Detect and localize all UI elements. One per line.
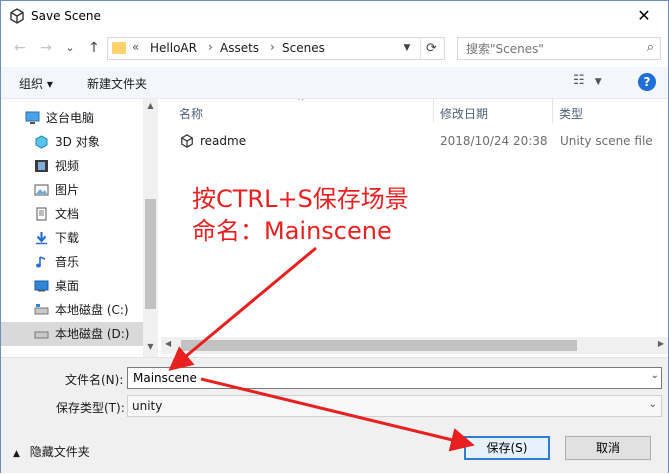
search-box[interactable]: ⌕ (457, 37, 661, 60)
sidebar-item-label: 这台电脑 (46, 111, 95, 125)
hide-folders-label: 隐藏文件夹 (29, 445, 90, 459)
column-header-modified[interactable]: 修改日期 (440, 105, 488, 122)
chevron-up-icon: ▲ (13, 449, 20, 459)
navigation-pane: 这台电脑 3D 对象 视频 图片 文档 下载 音乐 桌面 本地磁盘 (C:) 本… (1, 99, 158, 357)
back-button[interactable]: ← (9, 38, 31, 58)
breadcrumb-helloar[interactable]: HelloAR (150, 41, 197, 55)
refresh-icon[interactable]: ⟳ (420, 38, 442, 59)
sidebar-item-this-pc[interactable]: 这台电脑 (1, 106, 143, 130)
filename-input[interactable] (131, 368, 611, 388)
sidebar-item-label: 音乐 (55, 255, 80, 269)
organize-button[interactable]: 组织 ▾ (19, 75, 53, 92)
file-name: readme (200, 134, 247, 148)
downloads-icon (36, 232, 47, 245)
scroll-right-icon[interactable]: ▶ (658, 339, 664, 348)
3d-objects-icon (35, 135, 48, 149)
search-icon[interactable]: ⌕ (647, 40, 654, 55)
instruction-annotation: 按CTRL+S保存场景 命名：Mainscene (192, 183, 409, 247)
sidebar-scrollbar[interactable]: ▲ ▼ (143, 99, 158, 357)
desktop-icon (34, 280, 49, 292)
sidebar-item-label: 文档 (55, 207, 80, 221)
filename-label: 文件名(N): (65, 373, 124, 387)
music-icon (36, 256, 46, 268)
sidebar-item-drive-d[interactable]: 本地磁盘 (D:) (1, 322, 143, 346)
scroll-down-icon[interactable]: ▼ (143, 342, 158, 351)
sidebar-item-drive-c[interactable]: 本地磁盘 (C:) (1, 298, 143, 322)
column-header-name[interactable]: 名称 (179, 105, 203, 122)
breadcrumb-separator: › (270, 40, 275, 54)
sidebar-item-label: 本地磁盘 (C:) (55, 303, 129, 317)
folder-icon (112, 42, 126, 54)
breadcrumb-scenes[interactable]: Scenes (282, 41, 325, 55)
scroll-up-icon[interactable]: ▲ (143, 101, 158, 110)
sidebar-item-label: 视频 (55, 159, 80, 173)
chevron-down-icon[interactable]: ⌄ (651, 370, 659, 381)
command-toolbar: 组织 ▾ 新建文件夹 ☷ ▼ ? (1, 67, 668, 99)
documents-icon (36, 207, 47, 221)
unity-file-icon (181, 134, 193, 148)
sort-ascending-icon: ^ (297, 99, 305, 107)
navigation-bar: ← → ⌄ ↑ « HelloAR › Assets › Scenes ▼ ⟳ … (1, 32, 668, 64)
save-scene-dialog: Save Scene ✕ ← → ⌄ ↑ « HelloAR › Assets … (0, 0, 669, 473)
address-bar[interactable]: « HelloAR › Assets › Scenes ▼ ⟳ (107, 37, 445, 60)
unity-logo-icon (10, 8, 24, 24)
up-folder-button[interactable]: ↑ (83, 38, 105, 58)
sidebar-item-desktop[interactable]: 桌面 (1, 274, 143, 298)
sidebar-item-label: 桌面 (55, 279, 80, 293)
hide-folders-toggle[interactable]: ▲ 隐藏文件夹 (13, 443, 90, 460)
pc-icon (25, 111, 40, 124)
filename-field[interactable]: ⌄ (127, 367, 662, 389)
view-details-icon: ☷ (573, 73, 585, 88)
pictures-icon (34, 184, 49, 196)
column-header-type[interactable]: 类型 (559, 105, 583, 122)
breadcrumb-assets[interactable]: Assets (220, 41, 259, 55)
filetype-value: unity (132, 399, 163, 413)
drive-c-icon (34, 304, 49, 315)
annotation-line-1: 按CTRL+S保存场景 (192, 185, 409, 213)
column-divider[interactable] (552, 99, 553, 123)
breadcrumb-separator: › (208, 40, 213, 54)
sidebar-item-label: 下载 (55, 231, 80, 245)
recent-locations-button[interactable]: ⌄ (59, 38, 81, 58)
title-bar: Save Scene ✕ (1, 1, 668, 32)
sidebar-item-label: 3D 对象 (55, 135, 100, 149)
sidebar-item-documents[interactable]: 文档 (1, 202, 143, 226)
sidebar-item-downloads[interactable]: 下载 (1, 226, 143, 250)
search-input[interactable] (464, 39, 634, 59)
sidebar-item-3d-objects[interactable]: 3D 对象 (1, 130, 143, 154)
new-folder-button[interactable]: 新建文件夹 (87, 75, 147, 92)
scrollbar-thumb[interactable] (181, 340, 577, 351)
breadcrumb-overflow[interactable]: « (132, 40, 139, 54)
sidebar-item-label: 本地磁盘 (D:) (55, 327, 130, 341)
window-title: Save Scene (31, 9, 101, 23)
chevron-down-icon: ⌄ (648, 399, 657, 410)
annotation-line-2: 命名：Mainscene (192, 217, 392, 245)
forward-button[interactable]: → (35, 38, 57, 58)
sidebar-item-videos[interactable]: 视频 (1, 154, 143, 178)
filetype-select[interactable]: unity ⌄ (127, 395, 662, 417)
help-icon[interactable]: ? (638, 73, 656, 91)
file-modified: 2018/10/24 20:38 (440, 134, 548, 148)
address-dropdown-icon[interactable]: ▼ (398, 38, 416, 59)
cancel-button[interactable]: 取消 (565, 436, 651, 460)
scroll-left-icon[interactable]: ◀ (165, 339, 171, 348)
view-options-button[interactable]: ☷ ▼ (573, 73, 613, 93)
column-divider[interactable] (433, 99, 434, 123)
close-button[interactable]: ✕ (630, 5, 658, 27)
video-icon (35, 160, 48, 172)
file-row[interactable]: readme 2018/10/24 20:38 Unity scene file (161, 131, 668, 153)
chevron-down-icon: ▼ (594, 77, 602, 87)
save-button[interactable]: 保存(S) (464, 436, 550, 460)
scrollbar-thumb[interactable] (145, 199, 156, 309)
horizontal-scrollbar[interactable]: ◀ ▶ (161, 337, 668, 354)
sidebar-item-label: 图片 (55, 183, 80, 197)
filetype-label: 保存类型(T): (56, 401, 125, 415)
save-options-panel: 文件名(N): ⌄ 保存类型(T): unity ⌄ ▲ 隐藏文件夹 保存(S)… (1, 357, 668, 473)
sidebar-item-music[interactable]: 音乐 (1, 250, 143, 274)
file-type: Unity scene file (560, 134, 653, 148)
drive-d-icon (34, 331, 49, 339)
sidebar-item-pictures[interactable]: 图片 (1, 178, 143, 202)
